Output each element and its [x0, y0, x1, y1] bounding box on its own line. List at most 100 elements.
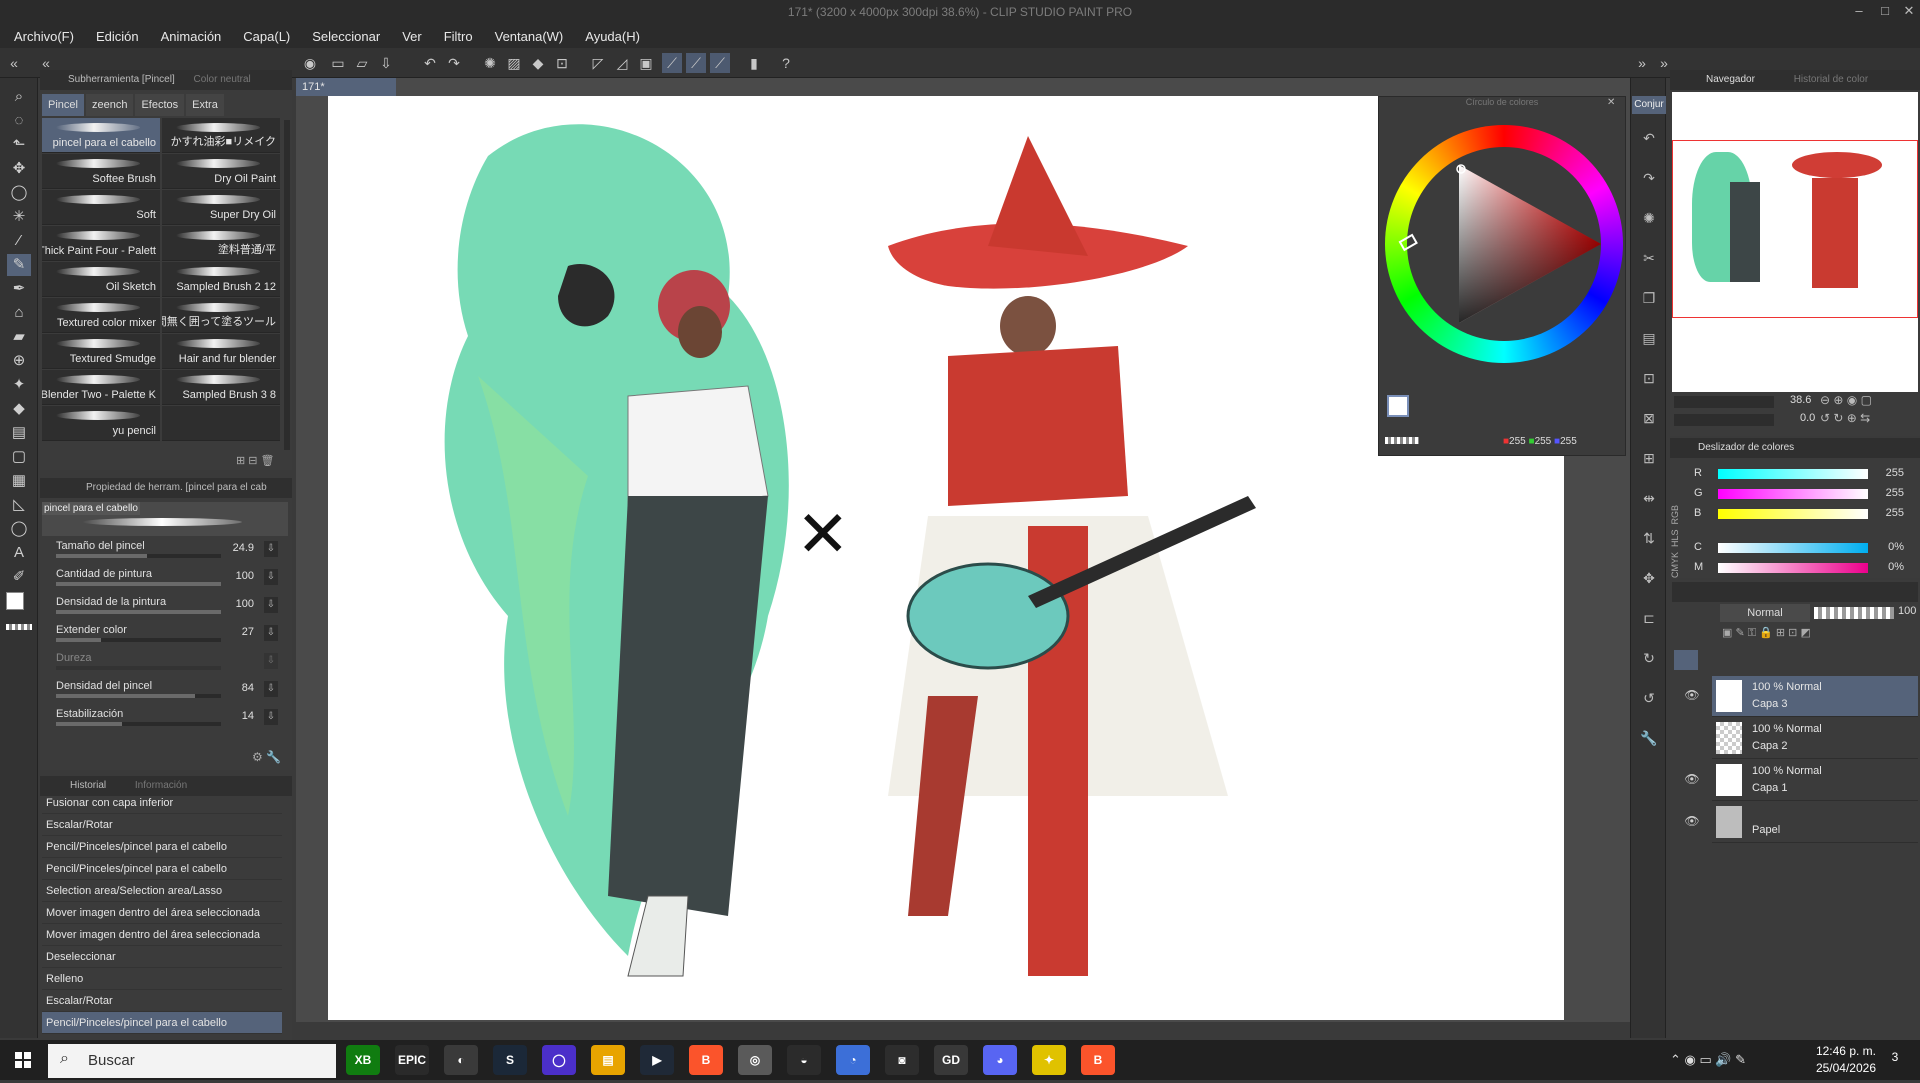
taskbar-app-icon[interactable]: ◐ [444, 1045, 478, 1075]
settings-icon[interactable]: ▮ [744, 53, 764, 73]
undo-icon[interactable]: ↶ [1639, 128, 1659, 148]
channel-slider[interactable] [1718, 563, 1868, 573]
deselect-icon[interactable]: ◿ [612, 53, 632, 73]
property-pressure-icon[interactable]: ⇩ [264, 625, 278, 641]
help-icon[interactable]: ? [776, 53, 796, 73]
zoom-slider[interactable] [1674, 396, 1774, 408]
brush-item[interactable]: 隙間無く囲って塗るツール [162, 298, 280, 333]
property-pressure-icon[interactable]: ⇩ [264, 541, 278, 557]
property-row[interactable]: Dureza ⇩ [56, 652, 284, 678]
collapse-left-icon[interactable]: « [4, 53, 24, 73]
brush-item[interactable]: 塗料普通/平 [162, 226, 280, 261]
taskbar-app-icon[interactable]: ✦ [1032, 1045, 1066, 1075]
reset-icon[interactable]: ↺ [1639, 688, 1659, 708]
move-layer-icon[interactable]: ⬑ [7, 134, 31, 156]
color-slider-row[interactable]: M 0% [1678, 560, 1914, 578]
property-pressure-icon[interactable]: ⇩ [264, 681, 278, 697]
saturation-triangle[interactable] [1385, 125, 1623, 363]
menu-ver[interactable]: Ver [402, 29, 422, 44]
channel-slider[interactable] [1718, 489, 1868, 499]
taskbar-app-icon[interactable]: ◒ [787, 1045, 821, 1075]
zoom-icon[interactable]: ⌕ [7, 86, 31, 108]
property-slider[interactable] [56, 722, 221, 726]
start-button[interactable] [0, 1040, 46, 1080]
brush-item[interactable]: かすれ油彩■リメイク [162, 118, 280, 153]
mesh-transform-icon[interactable]: ⊞ [1639, 448, 1659, 468]
menu-filtro[interactable]: Filtro [444, 29, 473, 44]
transparent-swatch[interactable] [1385, 437, 1419, 444]
redo-icon[interactable]: ↷ [1639, 168, 1659, 188]
menu-ventana[interactable]: Ventana(W) [495, 29, 564, 44]
loading-icon[interactable]: ✺ [1639, 208, 1659, 228]
clip-studio-icon[interactable]: ◉ [300, 53, 320, 73]
brush-item[interactable]: Oil Sketch [42, 262, 160, 297]
color-slider-row[interactable]: C 0% [1678, 540, 1914, 558]
free-transform-icon[interactable]: ⊠ [1639, 408, 1659, 428]
brush-item[interactable]: Softee Brush [42, 154, 160, 189]
property-row[interactable]: Extender color 27 ⇩ [56, 624, 284, 650]
property-pressure-icon[interactable]: ⇩ [264, 709, 278, 725]
rotate-icon[interactable]: ↻ [1639, 648, 1659, 668]
brush-item[interactable] [162, 406, 280, 441]
close-color-wheel-icon[interactable]: ✕ [1607, 97, 1615, 108]
taskbar-app-icon[interactable]: ▶ [640, 1045, 674, 1075]
property-pressure-icon[interactable]: ⇩ [264, 653, 278, 669]
menu-seleccionar[interactable]: Seleccionar [312, 29, 380, 44]
system-tray-icons[interactable]: ⌃ ◉ ▭ 🔊 ✎ [1670, 1052, 1746, 1068]
tab-zeench[interactable]: zeench [85, 94, 134, 116]
layer-visibility-icon[interactable]: 👁 [1684, 688, 1700, 704]
brush-item[interactable]: Super Dry Oil [162, 190, 280, 225]
rotation-slider[interactable] [1674, 414, 1774, 426]
undo-icon[interactable]: ↶ [420, 53, 440, 73]
layer-lock-icons[interactable]: ▣ ✎ ⚿ 🔒 ⊞ ⊡ ◩ [1722, 626, 1912, 644]
channel-slider[interactable] [1718, 509, 1868, 519]
property-row[interactable]: Densidad del pincel 84 ⇩ [56, 680, 284, 706]
history-item[interactable]: Pencil/Pinceles/pincel para el cabello [42, 836, 282, 858]
channel-value[interactable]: 255 [1874, 467, 1904, 479]
tab-historial[interactable]: Historial [70, 780, 106, 791]
airbrush-icon[interactable]: ⌂ [7, 302, 31, 324]
taskbar-app-icon[interactable]: ▤ [591, 1045, 625, 1075]
subtool-scrollbar[interactable] [284, 120, 290, 450]
gradient-icon[interactable]: ▤ [7, 422, 31, 444]
menu-ayuda[interactable]: Ayuda(H) [585, 29, 640, 44]
clear-icon[interactable]: ▨ [504, 53, 524, 73]
layer-item[interactable]: 100 % Normal Capa 1 [1712, 760, 1918, 801]
property-row[interactable]: Tamaño del pincel 24.9 ⇩ [56, 540, 284, 566]
transparent-color-icon[interactable] [6, 624, 32, 630]
cut-icon[interactable]: ✂ [1639, 248, 1659, 268]
taskbar-app-icon[interactable]: S [493, 1045, 527, 1075]
copy-icon[interactable]: ❐ [1639, 288, 1659, 308]
fill-icon[interactable]: ◆ [528, 53, 548, 73]
property-value[interactable]: 100 [236, 570, 254, 582]
save-icon[interactable]: ⇩ [376, 53, 396, 73]
document-tab[interactable]: 171* [296, 78, 396, 96]
property-slider[interactable] [56, 638, 221, 642]
flip-horizontal-icon[interactable]: ⇹ [1639, 488, 1659, 508]
history-item[interactable]: Mover imagen dentro del área seleccionad… [42, 924, 282, 946]
property-value[interactable]: 100 [236, 598, 254, 610]
taskbar-app-icon[interactable]: B [689, 1045, 723, 1075]
taskbar-app-icon[interactable]: ◎ [738, 1045, 772, 1075]
property-value[interactable]: 24.9 [233, 542, 254, 554]
property-slider[interactable] [56, 554, 221, 558]
brush-item[interactable]: Hair and fur blender [162, 334, 280, 369]
brush-item[interactable]: Sampled Brush 3 8 [162, 370, 280, 405]
history-item[interactable]: Selection area/Selection area/Lasso [42, 880, 282, 902]
main-color-swatch[interactable] [6, 592, 24, 610]
history-item[interactable]: Relleno [42, 968, 282, 990]
channel-value[interactable]: 255 [1874, 487, 1904, 499]
flip-vertical-icon[interactable]: ⇅ [1639, 528, 1659, 548]
property-row[interactable]: Cantidad de pintura 100 ⇩ [56, 568, 284, 594]
tool-settings-icon[interactable]: ⚙ 🔧 [252, 750, 281, 764]
clock[interactable]: 12:46 p. m. 25/04/2026 [1796, 1043, 1876, 1077]
invert-selection-icon[interactable]: ▣ [636, 53, 656, 73]
brush-item[interactable]: Textured color mixer [42, 298, 160, 333]
layer-visibility-icon[interactable]: 👁 [1684, 772, 1700, 788]
menu-edicion[interactable]: Edición [96, 29, 139, 44]
special-ruler-snap-icon[interactable]: ⟋ [686, 53, 706, 73]
taskbar-app-icon[interactable]: EPIC [395, 1045, 429, 1075]
layer-item[interactable]: 100 % Normal Capa 3 [1712, 676, 1918, 717]
brush-item[interactable]: Sampled Brush 2 12 [162, 262, 280, 297]
zoom-controls-icon[interactable]: ⊖ ⊕ ◉ ▢ [1820, 393, 1872, 407]
